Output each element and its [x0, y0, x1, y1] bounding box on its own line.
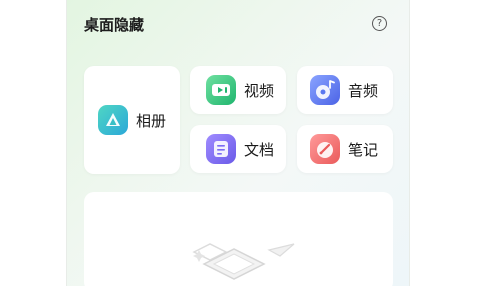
empty-state-illustration — [192, 243, 295, 280]
category-video-card[interactable]: 视频 — [190, 66, 286, 114]
category-label: 视频 — [244, 81, 275, 100]
category-note-card[interactable]: 笔记 — [297, 125, 393, 173]
hidden-items-panel — [84, 192, 393, 292]
help-icon[interactable]: ? — [372, 16, 387, 31]
category-album-card[interactable]: 相册 — [84, 66, 180, 174]
category-label: 音频 — [348, 81, 379, 100]
video-icon — [206, 75, 236, 105]
category-audio-card[interactable]: 音频 — [297, 66, 393, 114]
category-label: 笔记 — [348, 140, 379, 159]
document-icon — [206, 134, 236, 164]
category-label: 文档 — [244, 140, 275, 159]
album-icon — [98, 105, 128, 135]
audio-icon — [310, 75, 340, 105]
page-title: 桌面隐藏 — [84, 16, 145, 34]
category-document-card[interactable]: 文档 — [190, 125, 286, 173]
category-label: 相册 — [136, 111, 167, 130]
note-icon — [310, 134, 340, 164]
